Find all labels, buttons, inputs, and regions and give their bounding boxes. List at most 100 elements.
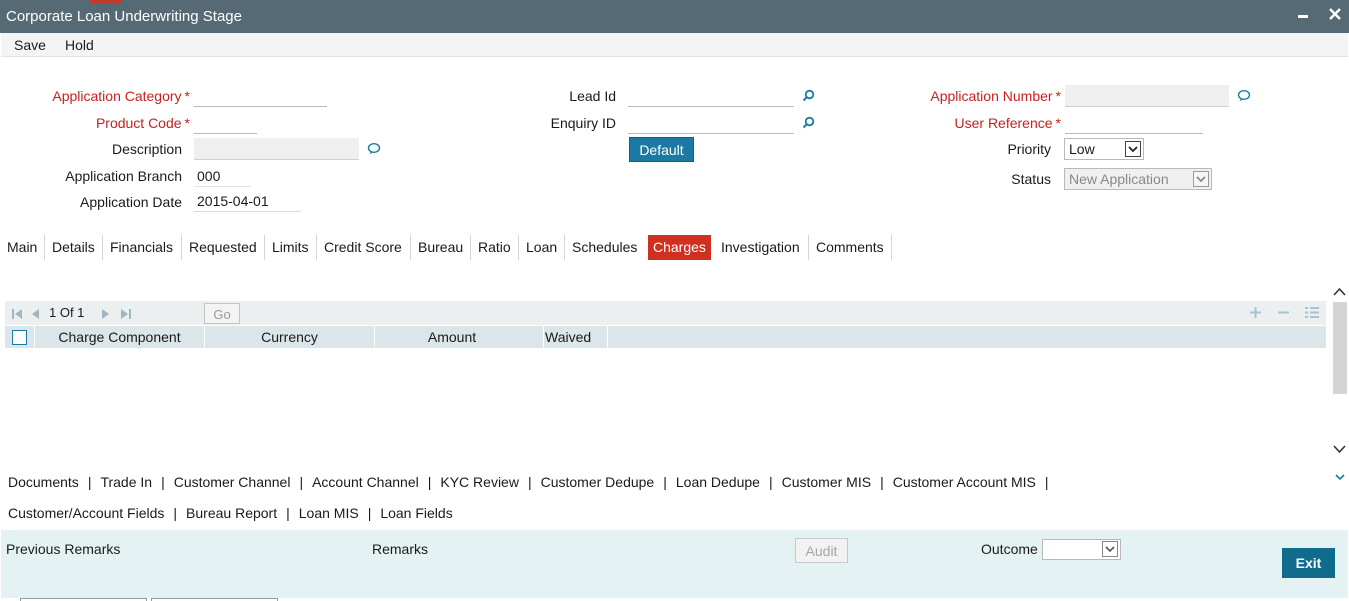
link-separator: | — [1044, 474, 1049, 490]
tab-comments[interactable]: Comments — [816, 235, 884, 260]
link-loan-dedupe[interactable]: Loan Dedupe — [676, 474, 760, 490]
outcome-select[interactable] — [1042, 539, 1121, 560]
link-loan-mis[interactable]: Loan MIS — [299, 505, 359, 521]
link-customer-dedupe[interactable]: Customer Dedupe — [541, 474, 655, 490]
link-customer-account-fields[interactable]: Customer/Account Fields — [8, 505, 164, 521]
tab-schedules[interactable]: Schedules — [572, 235, 637, 260]
tab-financials[interactable]: Financials — [110, 235, 173, 260]
titlebar-accent — [90, 0, 122, 3]
footer-panel: Previous Remarks Remarks Outcome — [1, 530, 1348, 598]
product-code-input[interactable] — [194, 112, 257, 134]
window-titlebar: Corporate Loan Underwriting Stage — [0, 0, 1349, 33]
application-date-input[interactable]: 2015-04-01 — [194, 190, 301, 212]
tab-bureau[interactable]: Bureau — [418, 235, 463, 260]
link-customer-account-mis[interactable]: Customer Account MIS — [893, 474, 1036, 490]
enquiry-id-label: Enquiry ID — [550, 115, 616, 131]
add-row-icon[interactable] — [1249, 306, 1262, 322]
close-button[interactable] — [1328, 6, 1342, 27]
link-loan-fields[interactable]: Loan Fields — [380, 505, 452, 521]
sub-screen-links-row1: Documents | Trade In | Customer Channel | Acco… — [8, 474, 1058, 490]
tab-main[interactable]: Main — [7, 235, 37, 260]
scroll-down-icon[interactable] — [1333, 441, 1346, 457]
link-separator: | — [173, 505, 178, 521]
application-branch-input[interactable]: 000 — [194, 165, 251, 187]
lead-id-label: Lead Id — [569, 88, 616, 104]
application-category-input[interactable] — [194, 85, 327, 107]
menu-hold[interactable]: Hold — [65, 37, 94, 53]
lead-id-input[interactable] — [628, 85, 794, 107]
scroll-up-icon[interactable] — [1333, 284, 1346, 300]
single-view-icon[interactable] — [1305, 306, 1319, 322]
window-title: Corporate Loan Underwriting Stage — [6, 8, 242, 25]
tab-requested[interactable]: Requested — [189, 235, 257, 260]
previous-remarks-label[interactable]: Previous Remarks — [6, 541, 120, 557]
link-separator: | — [299, 474, 304, 490]
lead-id-search-icon[interactable] — [802, 89, 815, 105]
last-page-icon[interactable] — [120, 307, 132, 323]
status-label: Status — [1011, 171, 1051, 187]
tab-investigation[interactable]: Investigation — [721, 235, 800, 260]
application-number-comment-icon[interactable] — [1237, 89, 1251, 105]
minimize-button[interactable] — [1297, 6, 1309, 27]
priority-value: Low — [1069, 141, 1095, 157]
first-page-icon[interactable] — [11, 307, 23, 323]
default-button[interactable]: Default — [629, 137, 694, 162]
link-separator: | — [527, 474, 532, 490]
user-reference-input[interactable] — [1065, 112, 1203, 134]
link-separator: | — [367, 505, 372, 521]
link-separator: | — [663, 474, 667, 490]
application-branch-label: Application Branch — [65, 168, 182, 184]
link-customer-mis[interactable]: Customer MIS — [782, 474, 871, 490]
go-button[interactable]: Go — [204, 303, 240, 324]
link-separator: | — [286, 505, 290, 521]
column-amount[interactable]: Amount — [375, 329, 529, 345]
tab-charges[interactable]: Charges — [648, 235, 711, 260]
enquiry-id-search-icon[interactable] — [802, 116, 815, 132]
priority-label: Priority — [1007, 141, 1051, 157]
link-trade-in[interactable]: Trade In — [100, 474, 152, 490]
next-page-icon[interactable] — [101, 307, 111, 323]
scroll-thumb[interactable] — [1333, 302, 1347, 394]
tab-details[interactable]: Details — [52, 235, 95, 260]
close-icon — [1329, 8, 1341, 20]
chevron-down-icon — [1193, 171, 1209, 187]
column-currency[interactable]: Currency — [205, 329, 374, 345]
previous-page-icon[interactable] — [30, 307, 40, 323]
minimize-icon — [1298, 15, 1308, 18]
enquiry-id-input[interactable] — [628, 112, 794, 134]
tab-limits[interactable]: Limits — [272, 235, 309, 260]
status-value: New Application — [1069, 171, 1169, 187]
link-customer-channel[interactable]: Customer Channel — [174, 474, 291, 490]
page-indicator: 1 Of 1 — [49, 305, 85, 320]
application-number-label: Application Number * — [930, 88, 1061, 104]
outcome-label: Outcome — [981, 541, 1038, 557]
link-separator: | — [427, 474, 432, 490]
remarks-label[interactable]: Remarks — [372, 541, 428, 557]
grid-toolbar: 1 Of 1 Go — [5, 301, 1326, 325]
grid-header: Charge Component Currency Amount Waived — [5, 326, 1326, 348]
link-account-channel[interactable]: Account Channel — [312, 474, 419, 490]
description-label: Description — [111, 141, 182, 157]
column-waived[interactable]: Waived — [545, 329, 595, 345]
tab-ratio[interactable]: Ratio — [478, 235, 511, 260]
link-kyc-review[interactable]: KYC Review — [440, 474, 519, 490]
user-reference-label: User Reference * — [954, 115, 1062, 131]
expand-links-icon[interactable] — [1334, 470, 1346, 486]
delete-row-icon[interactable] — [1277, 306, 1290, 322]
link-documents[interactable]: Documents — [8, 474, 79, 490]
column-charge-component[interactable]: Charge Component — [35, 329, 204, 345]
link-separator: | — [880, 474, 884, 490]
vertical-scrollbar[interactable] — [1331, 272, 1348, 462]
exit-button[interactable]: Exit — [1282, 548, 1335, 578]
link-separator: | — [87, 474, 92, 490]
sub-screen-links-row2: Customer/Account Fields | Bureau Report | Lo… — [8, 505, 453, 521]
tab-credit-score[interactable]: Credit Score — [324, 235, 402, 260]
select-all-checkbox[interactable] — [12, 330, 27, 345]
priority-select[interactable]: Low — [1064, 138, 1144, 160]
chevron-down-icon — [1125, 141, 1141, 157]
link-bureau-report[interactable]: Bureau Report — [186, 505, 277, 521]
audit-button: Audit — [795, 538, 848, 563]
tab-loan[interactable]: Loan — [526, 235, 557, 260]
menu-save[interactable]: Save — [14, 37, 46, 53]
description-comment-icon[interactable] — [367, 142, 381, 158]
